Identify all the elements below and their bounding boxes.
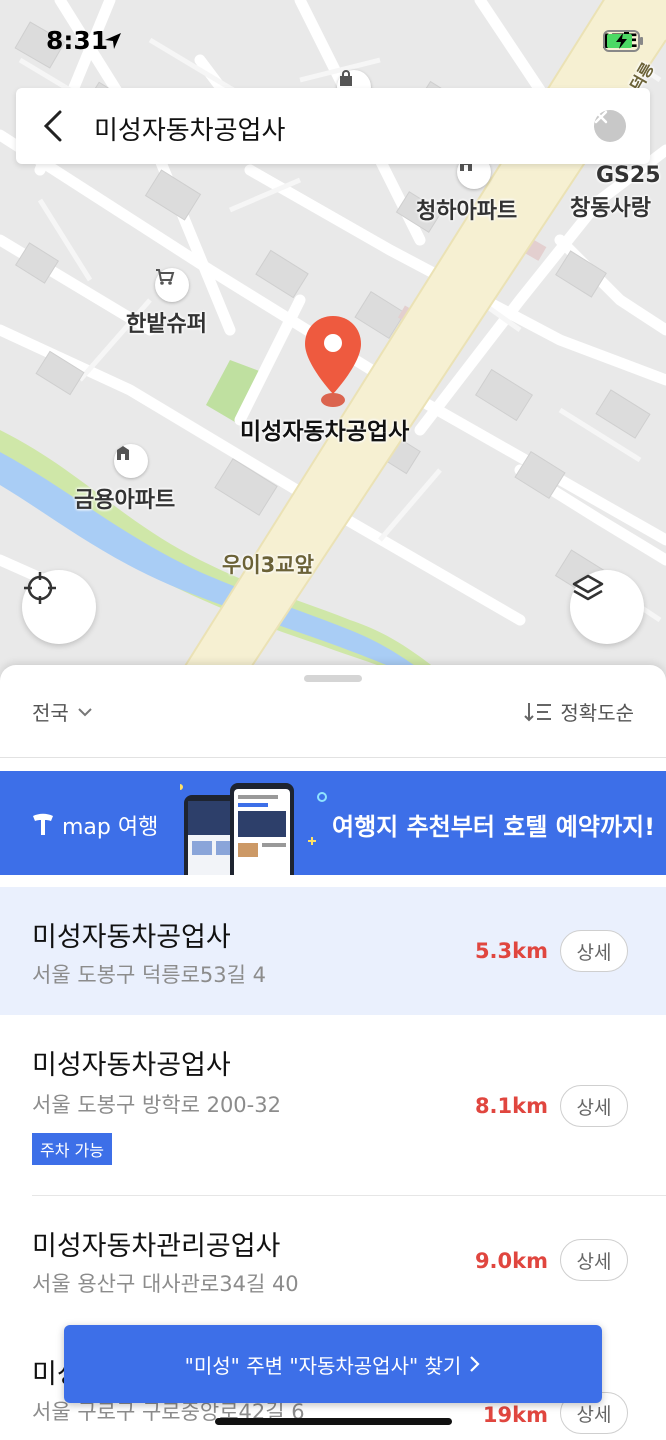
map-label-changdong: 창동사랑 [570,196,651,221]
result-address: 서울 용산구 대사관로34길 40 [32,1272,299,1296]
list-item[interactable]: 미성자동차관리공업사 서울 용산구 대사관로34길 40 9.0km 상세 [0,1196,666,1326]
nearby-search-button[interactable]: "미성" 주변 "자동차공업사" 찾기 [64,1325,602,1403]
banner-brand: map 여행 [30,809,158,841]
sort-icon [524,702,552,721]
map-label-geumyong: 금용아파트 [74,488,176,513]
map-label-pin-place: 미성자동차공업사 [240,419,410,445]
region-filter-dropdown[interactable]: 전국 [32,697,93,726]
map-layers-button[interactable] [570,570,644,644]
banner-text: 여행지 추천부터 호텔 예약까지! [332,813,656,841]
search-input[interactable]: 미성자동차공업사 [94,110,285,147]
map-label-gs25: GS25 [596,163,661,188]
chevron-right-icon [470,1356,480,1372]
result-name: 미성자동차관리공업사 [32,1231,281,1262]
chevron-down-icon [78,707,92,716]
chevron-left-icon [43,110,62,142]
detail-button[interactable]: 상세 [560,1085,628,1127]
tmap-logo-icon [33,813,53,835]
map-view[interactable]: 청하아파트 GS25 창동사랑 한밭슈퍼 미성자동차공업사 금용아파트 우이3교… [0,0,666,690]
apartment-icon[interactable] [114,444,148,478]
result-distance: 8.1km [474,1094,548,1118]
status-bar: 8:31 LTE [0,0,666,80]
sheet-drag-handle[interactable] [304,675,362,682]
result-name: 미성자동차공업사 [32,1050,231,1081]
list-item[interactable]: 미성자동차공업사 서울 도봉구 덕릉로53길 4 5.3km 상세 [0,887,666,1015]
crosshair-icon [24,572,56,604]
detail-button[interactable]: 상세 [560,1239,628,1281]
status-time: 8:31 [46,26,109,55]
list-item[interactable]: 미성자동차공업사 서울 도봉구 방학로 200-32 주차 가능 8.1km 상… [0,1015,666,1195]
detail-button[interactable]: 상세 [560,930,628,972]
divider [0,757,666,758]
map-label-hanbat: 한밭슈퍼 [126,312,207,337]
map-label-ui3-bridge: 우이3교앞 [222,553,314,577]
result-address: 서울 도봉구 방학로 200-32 [32,1093,281,1117]
current-location-button[interactable] [22,570,96,644]
promo-banner[interactable]: map 여행 여행지 추천부터 호텔 예약까지! [0,771,666,875]
clear-search-button[interactable] [594,110,626,142]
phones-illustration [180,783,327,875]
parking-badge: 주차 가능 [32,1133,112,1165]
sort-label: 정확도순 [560,701,634,725]
map-label-cheongha: 청하아파트 [416,199,518,224]
sort-button[interactable]: 정확도순 [524,697,634,726]
close-icon [594,110,608,124]
nearby-search-label: "미성" 주변 "자동차공업사" 찾기 [184,1353,462,1378]
cart-icon[interactable] [155,268,189,302]
location-pin-marker[interactable] [302,312,364,410]
layers-icon [572,574,604,601]
result-address: 서울 도봉구 덕릉로53길 4 [32,963,266,987]
back-button[interactable] [34,106,74,146]
result-name: 미성자동차공업사 [32,922,231,953]
region-filter-label: 전국 [32,701,69,725]
location-arrow-icon [105,33,121,49]
battery-charging-icon [603,30,644,52]
result-distance: 5.3km [474,939,548,963]
home-indicator [215,1418,452,1425]
search-bar[interactable]: 미성자동차공업사 [16,88,650,164]
result-distance: 19km [482,1403,548,1427]
result-distance: 9.0km [474,1249,548,1273]
